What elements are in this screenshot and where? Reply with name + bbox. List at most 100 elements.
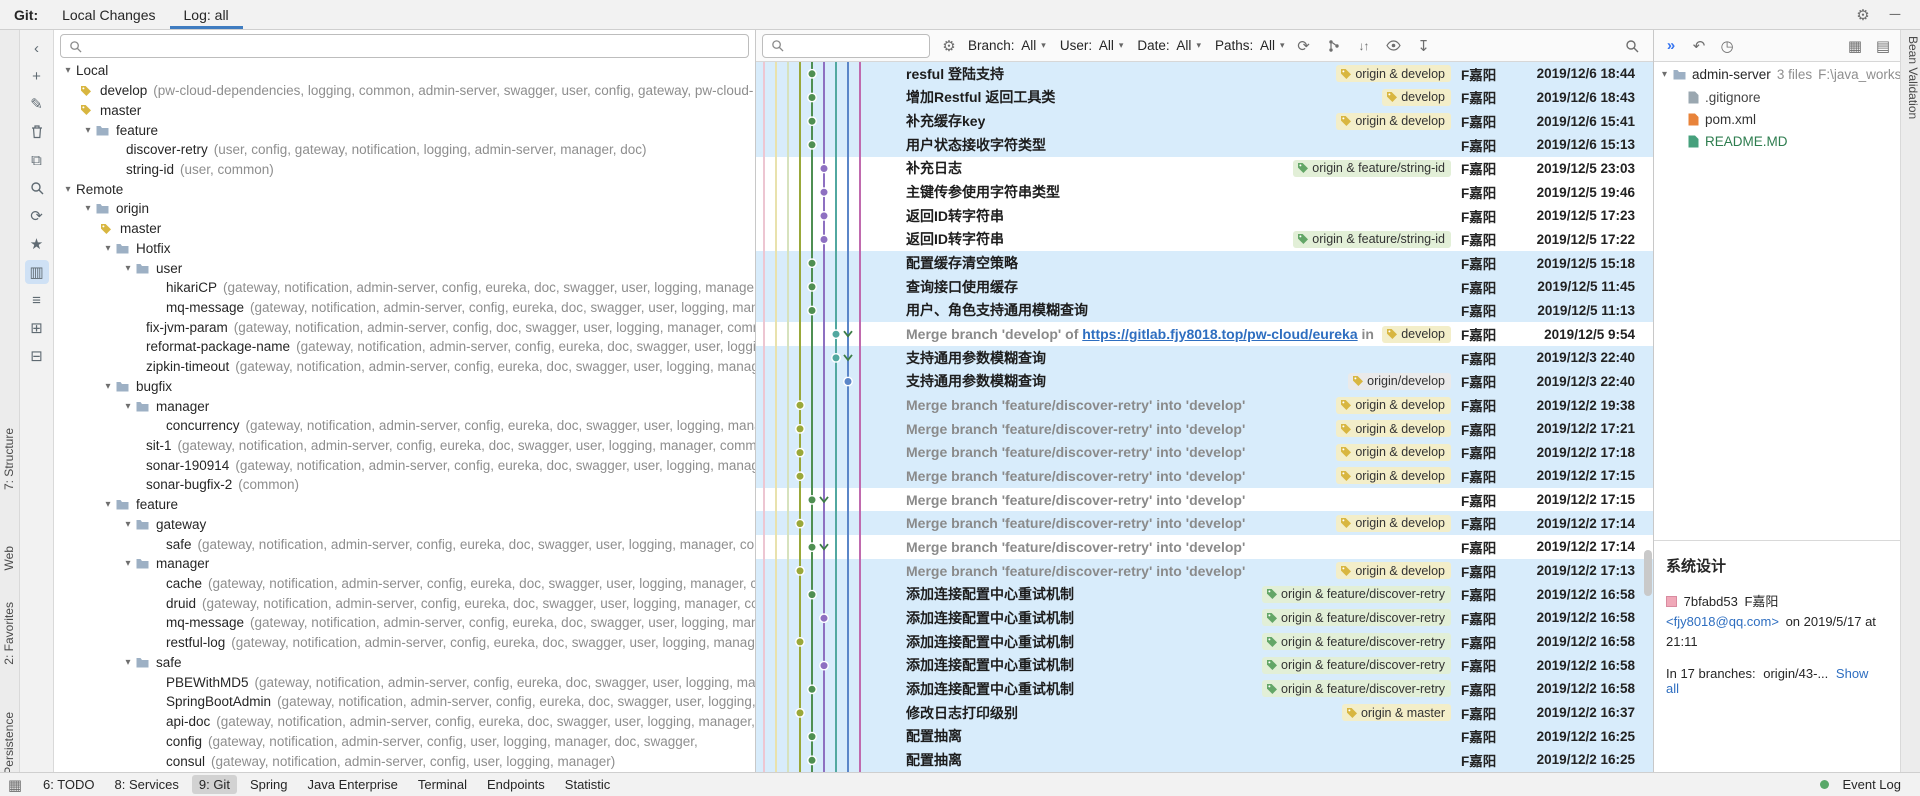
branch-label[interactable]: origin & feature/discover-retry xyxy=(1262,680,1451,697)
settings-gear-icon[interactable]: ⚙ xyxy=(1852,4,1874,26)
view-options-icon[interactable]: ▤ xyxy=(1872,35,1894,57)
branch-tree-row[interactable]: mq-message(gateway, notification, admin-… xyxy=(54,298,755,318)
tool-window-button-2-favorites[interactable]: 2: Favorites xyxy=(2,602,18,665)
commit-row[interactable]: 返回ID转字符串origin & feature/string-idF嘉阳201… xyxy=(756,228,1653,252)
copy-icon[interactable]: ⧉ xyxy=(25,148,49,172)
branch-tree-row[interactable]: zipkin-timeout(gateway, notification, ad… xyxy=(54,357,755,377)
branch-tree-row[interactable]: ▾safe xyxy=(54,653,755,673)
commit-row[interactable]: 查询接口使用缓存F嘉阳2019/12/5 11:45 xyxy=(756,275,1653,299)
branch-label[interactable]: origin & master xyxy=(1342,704,1451,721)
branch-tree-row[interactable]: ▾gateway xyxy=(54,515,755,535)
branch-label[interactable]: origin/develop xyxy=(1348,373,1451,390)
branch-tree-row[interactable]: ▾bugfix xyxy=(54,377,755,397)
commit-row[interactable]: 修改日志打印级别origin & masterF嘉阳2019/12/2 16:3… xyxy=(756,701,1653,725)
commit-row[interactable]: 增加Restful 返回工具类developF嘉阳2019/12/6 18:43 xyxy=(756,86,1653,110)
commit-row[interactable]: 配置缓存清空策略F嘉阳2019/12/5 15:18 xyxy=(756,251,1653,275)
chevron-down-icon[interactable]: ▾ xyxy=(80,125,96,136)
branch-tree-row[interactable]: hikariCP(gateway, notification, admin-se… xyxy=(54,278,755,298)
tool-window-button-persistence[interactable]: Persistence xyxy=(2,712,18,775)
group-by-directory-icon[interactable]: ▦ xyxy=(1844,35,1866,57)
filter-paths[interactable]: Paths: All▾ xyxy=(1215,38,1285,53)
branch-tree-row[interactable]: string-id(user, common) xyxy=(54,160,755,180)
branch-label[interactable]: origin & feature/discover-retry xyxy=(1262,586,1451,603)
branch-tree-row[interactable]: mq-message(gateway, notification, admin-… xyxy=(54,613,755,633)
commit-row[interactable]: Merge branch 'feature/discover-retry' in… xyxy=(756,511,1653,535)
tool-window-button-bean-validation[interactable]: Bean Validation xyxy=(1904,36,1920,119)
branch-label[interactable]: origin & feature/discover-retry xyxy=(1262,657,1451,674)
commit-row[interactable]: Merge branch 'feature/discover-retry' in… xyxy=(756,393,1653,417)
chevron-down-icon[interactable]: ▾ xyxy=(60,65,76,76)
search-options-gear-icon[interactable]: ⚙ xyxy=(938,35,960,57)
branch-tree-row[interactable]: config(gateway, notification, admin-serv… xyxy=(54,731,755,751)
branch-tree-row[interactable]: ▾Hotfix xyxy=(54,238,755,258)
statusbar-item-statistic[interactable]: Statistic xyxy=(558,775,618,794)
commit-row[interactable]: 添加连接配置中心重试机制origin & feature/discover-re… xyxy=(756,653,1653,677)
statusbar-item-spring[interactable]: Spring xyxy=(243,775,295,794)
edit-icon[interactable]: ✎ xyxy=(25,92,49,116)
branch-tree-row[interactable]: ▾feature xyxy=(54,495,755,515)
chevron-down-icon[interactable]: ▾ xyxy=(120,401,136,412)
branch-tree-row[interactable]: api-doc(gateway, notification, admin-ser… xyxy=(54,712,755,732)
commit-row[interactable]: 用户、角色支持通用模糊查询F嘉阳2019/12/5 11:13 xyxy=(756,299,1653,323)
branch-tree-row[interactable]: ▾user xyxy=(54,258,755,278)
author-email-link[interactable]: <fjy8018@qq.com> xyxy=(1666,614,1779,629)
branch-label[interactable]: origin & develop xyxy=(1336,515,1451,532)
branch-label[interactable]: develop xyxy=(1382,326,1451,343)
collapse-panel-icon[interactable]: ‹ xyxy=(25,36,49,60)
branch-label[interactable]: origin & develop xyxy=(1336,420,1451,437)
group-by-icon[interactable]: ≡ xyxy=(25,288,49,312)
branch-tree-row[interactable]: consul(gateway, notification, admin-serv… xyxy=(54,751,755,771)
branch-tree-row[interactable]: sonar-190914(gateway, notification, admi… xyxy=(54,455,755,475)
commit-row[interactable]: 添加连接配置中心重试机制origin & feature/discover-re… xyxy=(756,630,1653,654)
go-to-hash-icon[interactable] xyxy=(1621,35,1643,57)
commit-row[interactable]: 补充缓存keyorigin & developF嘉阳2019/12/6 15:4… xyxy=(756,109,1653,133)
branch-tree-row[interactable]: ▾manager xyxy=(54,396,755,416)
chevron-down-icon[interactable]: ▾ xyxy=(80,203,96,214)
tab-local-changes[interactable]: Local Changes xyxy=(48,0,169,29)
branch-label[interactable]: origin & feature/discover-retry xyxy=(1262,609,1451,626)
commit-row[interactable]: 配置抽离F嘉阳2019/12/2 16:25 xyxy=(756,748,1653,772)
tab-log-all[interactable]: Log: all xyxy=(170,0,243,29)
branch-tree-row[interactable]: cache(gateway, notification, admin-serve… xyxy=(54,574,755,594)
commit-row[interactable]: Merge branch 'feature/discover-retry' in… xyxy=(756,441,1653,465)
statusbar-item-6-todo[interactable]: 6: TODO xyxy=(36,775,102,794)
branch-tree-row[interactable]: ▾origin xyxy=(54,199,755,219)
tool-window-button-7-structure[interactable]: 7: Structure xyxy=(2,428,18,490)
chevron-down-icon[interactable]: ▾ xyxy=(100,499,116,510)
refresh-icon[interactable]: ⟳ xyxy=(25,204,49,228)
git-graph-icon[interactable] xyxy=(1323,35,1345,57)
filter-date[interactable]: Date: All▾ xyxy=(1137,38,1201,53)
tool-window-button-web[interactable]: Web xyxy=(2,546,18,570)
file-row[interactable]: pom.xml xyxy=(1654,108,1900,130)
branch-tree-row[interactable]: SpringBootAdmin(gateway, notification, a… xyxy=(54,692,755,712)
branch-tree-row[interactable]: restful-log(gateway, notification, admin… xyxy=(54,633,755,653)
commit-message-link[interactable]: https://gitlab.fjy8018.top/pw-cloud/eure… xyxy=(1082,326,1357,342)
branch-tree-row[interactable]: sonar-bugfix-2(common) xyxy=(54,475,755,495)
branch-tree-row[interactable]: concurrency(gateway, notification, admin… xyxy=(54,416,755,436)
commit-row[interactable]: 添加连接配置中心重试机制origin & feature/discover-re… xyxy=(756,677,1653,701)
branches-search-field[interactable] xyxy=(60,34,749,58)
commit-row[interactable]: resful 登陆支持origin & developF嘉阳2019/12/6 … xyxy=(756,62,1653,86)
chevron-down-icon[interactable]: ▾ xyxy=(100,243,116,254)
log-scrollbar-thumb[interactable] xyxy=(1644,550,1652,596)
commit-hash[interactable]: 7bfabd53 xyxy=(1684,594,1738,609)
log-search-field[interactable] xyxy=(762,34,930,58)
statusbar-item-endpoints[interactable]: Endpoints xyxy=(480,775,552,794)
branch-tree-row[interactable]: master xyxy=(54,100,755,120)
filter-user[interactable]: User: All▾ xyxy=(1060,38,1124,53)
file-row[interactable]: README.MD xyxy=(1654,130,1900,152)
refresh-log-icon[interactable]: ⟳ xyxy=(1293,35,1315,57)
branch-label[interactable]: origin & develop xyxy=(1336,562,1451,579)
branch-tree-row[interactable]: ▾manager xyxy=(54,554,755,574)
tool-windows-icon[interactable]: ▦ xyxy=(4,774,26,796)
collapse-all-icon[interactable]: ⊟ xyxy=(25,344,49,368)
statusbar-item-java-enterprise[interactable]: Java Enterprise xyxy=(301,775,405,794)
commit-row[interactable]: 用户状态接收字符类型F嘉阳2019/12/6 15:13 xyxy=(756,133,1653,157)
statusbar-item-8-services[interactable]: 8: Services xyxy=(108,775,186,794)
branch-tree-row[interactable]: ▾feature xyxy=(54,120,755,140)
commit-row[interactable]: Merge branch 'feature/discover-retry' in… xyxy=(756,417,1653,441)
jump-to-source-icon[interactable]: » xyxy=(1660,35,1682,57)
branch-label[interactable]: origin & develop xyxy=(1336,397,1451,414)
branch-label[interactable]: origin & feature/string-id xyxy=(1293,160,1451,177)
branch-tree-row[interactable]: ▾Local xyxy=(54,61,755,81)
